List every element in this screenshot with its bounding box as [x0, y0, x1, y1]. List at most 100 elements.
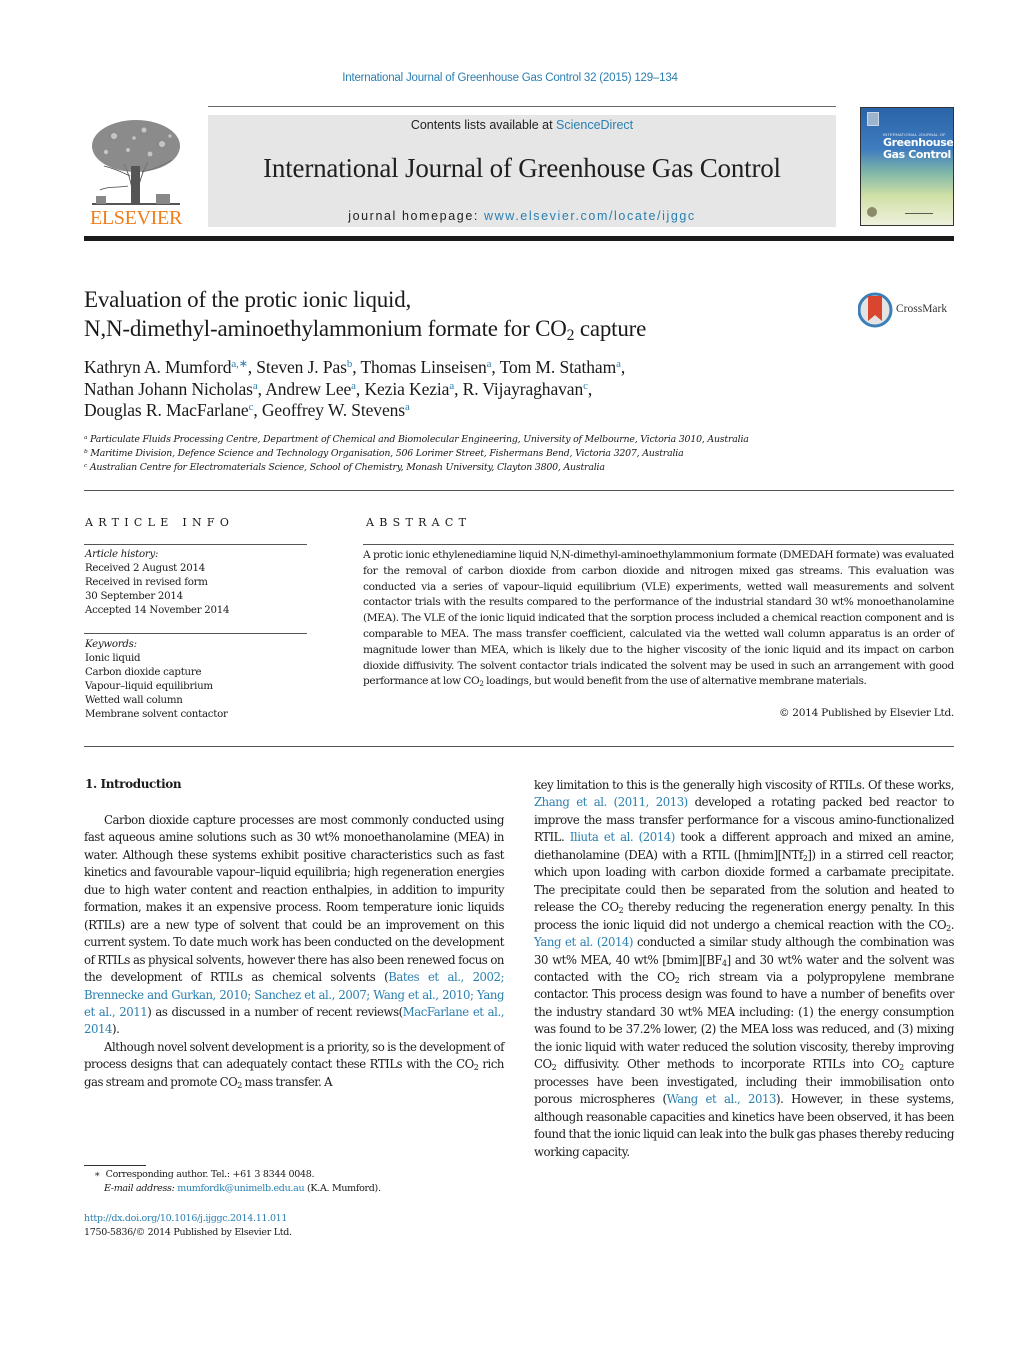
keywords: Keywords: Ionic liquid Carbon dioxide ca…	[85, 638, 308, 723]
author-line: Kathryn A. Mumforda,∗, Steven J. Pasb, T…	[84, 357, 844, 379]
affiliation-key: b	[84, 449, 88, 455]
body-column-right: key limitation to this is the generally …	[534, 777, 954, 1161]
author-affiliation-marker[interactable]: a	[405, 401, 410, 413]
author-separator: ,	[587, 378, 593, 399]
author-name[interactable]: Douglas R. MacFarlane	[84, 400, 249, 420]
cover-signature	[905, 210, 933, 214]
affiliation-key: a	[84, 434, 88, 441]
author-separator: ,	[253, 400, 262, 420]
subscript: 4	[722, 958, 727, 968]
article-info-heading: ARTICLE INFO	[85, 516, 235, 529]
citation-link[interactable]: Iliuta et al. (2014)	[570, 830, 676, 844]
author-separator: ,	[454, 378, 463, 399]
email-note: E-mail address: mumfordk@unimelb.edu.au …	[94, 1182, 514, 1196]
doi-link[interactable]: http://dx.doi.org/10.1016/j.ijggc.2014.1…	[84, 1213, 287, 1224]
article-title: Evaluation of the protic ionic liquid, N…	[84, 285, 784, 343]
history-item: 30 September 2014	[85, 591, 183, 603]
header-thick-rule	[84, 236, 954, 241]
history-label: Article history:	[85, 549, 159, 560]
author-line: Nathan Johann Nicholasa, Andrew Leea, Ke…	[84, 379, 844, 401]
author-name[interactable]: R. Vijayraghavan	[463, 379, 584, 399]
journal-cover-thumbnail[interactable]: INTERNATIONAL JOURNAL OF Greenhouse Gas …	[860, 107, 954, 226]
keyword-item: Vapour–liquid equilibrium	[85, 681, 213, 693]
title-line-2: N,N-dimethyl-aminoethylammonium formate …	[84, 314, 784, 343]
title-text-end: capture	[574, 316, 647, 341]
body-column-left: Carbon dioxide capture processes are mos…	[84, 812, 504, 1091]
author-separator: ,	[247, 357, 257, 377]
running-head-citation[interactable]: International Journal of Greenhouse Gas …	[0, 72, 1020, 84]
history-item: Accepted 14 November 2014	[85, 605, 230, 617]
author-name[interactable]: Kathryn A. Mumford	[84, 357, 232, 377]
article-history: Article history: Received 2 August 2014 …	[85, 548, 308, 618]
homepage-line: journal homepage: www.elsevier.com/locat…	[208, 209, 836, 223]
sciencedirect-link[interactable]: ScienceDirect	[556, 118, 633, 132]
affiliation-key: c	[84, 463, 88, 470]
subscript: 2	[802, 853, 808, 863]
keyword-item: Membrane solvent contactor	[85, 709, 228, 721]
header-rule	[208, 106, 836, 107]
author-separator: ,	[491, 357, 500, 377]
section-heading-introduction: 1. Introduction	[85, 777, 182, 791]
keywords-label: Keywords:	[85, 639, 137, 650]
email-link[interactable]: mumfordk@unimelb.edu.au	[177, 1183, 304, 1194]
intro-paragraph-1: Carbon dioxide capture processes are mos…	[84, 813, 504, 1037]
author-affiliation-marker[interactable]: a,∗	[231, 358, 247, 370]
issn-line: 1750-5836/© 2014 Published by Elsevier L…	[84, 1227, 292, 1239]
citation-link[interactable]: Wang et al., 2013	[667, 1092, 777, 1106]
contents-line: Contents lists available at ScienceDirec…	[208, 118, 836, 132]
author-name[interactable]: Tom M. Statham	[500, 357, 617, 377]
abstract-end-rule	[84, 746, 954, 747]
history-item: Received in revised form	[85, 577, 208, 589]
subscript: 2	[618, 906, 624, 916]
abstract-rule	[363, 544, 954, 545]
citation-link[interactable]: MacFarlane et al., 2014	[84, 1005, 504, 1036]
contents-prefix: Contents lists available at	[410, 118, 557, 132]
affiliation-text: Particulate Fluids Processing Centre, De…	[90, 434, 749, 445]
elsevier-wordmark: ELSEVIER	[89, 207, 183, 229]
author-name[interactable]: Kezia Kezia	[364, 379, 449, 399]
journal-homepage-link[interactable]: www.elsevier.com/locate/ijggc	[484, 209, 696, 223]
intro-paragraph-2-start: Although novel solvent development is a …	[84, 1039, 504, 1090]
corresponding-text: Corresponding author. Tel.: +61 3 8344 0…	[105, 1169, 315, 1180]
crossmark-button[interactable]: CrossMark	[857, 291, 958, 329]
title-line-1: Evaluation of the protic ionic liquid,	[84, 287, 412, 312]
citation-link[interactable]: Yang et al. (2014)	[534, 935, 633, 949]
subscript: 2	[899, 1063, 904, 1073]
keyword-item: Ionic liquid	[85, 653, 141, 665]
journal-banner: Contents lists available at ScienceDirec…	[208, 115, 836, 227]
author-name[interactable]: Nathan Johann Nicholas	[84, 379, 253, 399]
homepage-prefix: journal homepage:	[348, 209, 485, 223]
subscript: 2	[551, 1063, 557, 1073]
footnote-rule	[84, 1165, 146, 1166]
author-list: Kathryn A. Mumforda,∗, Steven J. Pasb, T…	[84, 357, 844, 422]
corresponding-author-note: ∗ Corresponding author. Tel.: +61 3 8344…	[94, 1168, 514, 1182]
email-label: E-mail address:	[104, 1183, 178, 1195]
abstract-copyright: © 2014 Published by Elsevier Ltd.	[778, 707, 954, 719]
crossmark-label: CrossMark	[896, 303, 948, 315]
subscript: 2	[473, 1063, 479, 1073]
author-line: Douglas R. MacFarlanec, Geoffrey W. Stev…	[84, 400, 844, 422]
history-item: Received 2 August 2014	[85, 563, 205, 575]
journal-title: International Journal of Greenhouse Gas …	[263, 153, 781, 183]
affiliation-text: Maritime Division, Defence Science and T…	[90, 448, 684, 460]
author-name[interactable]: Geoffrey W. Stevens	[262, 400, 405, 420]
author-name[interactable]: Thomas Linseisen	[360, 357, 486, 377]
keyword-item: Wetted wall column	[85, 695, 183, 707]
article-info-rule	[84, 544, 307, 545]
abstract-heading: ABSTRACT	[366, 516, 472, 529]
footnotes: ∗ Corresponding author. Tel.: +61 3 8344…	[94, 1168, 514, 1197]
affiliation-item: a Particulate Fluids Processing Centre, …	[84, 433, 884, 447]
keywords-rule	[84, 633, 307, 634]
cover-title-line2: Gas Control	[883, 148, 951, 161]
subscript: 2	[946, 923, 951, 933]
crossmark-icon	[857, 292, 893, 328]
author-name[interactable]: Andrew Lee	[265, 379, 351, 399]
citation-link[interactable]: Zhang et al. (2011, 2013)	[534, 795, 688, 809]
subscript: 2	[237, 1080, 242, 1090]
affiliations-rule	[84, 490, 954, 491]
author-name[interactable]: Steven J. Pas	[256, 357, 347, 377]
author-separator: ,	[620, 357, 626, 377]
cover-elsevier-mark	[867, 112, 879, 126]
abstract-body: A protic ionic ethylenediamine liquid N,…	[363, 549, 954, 688]
doi-block: http://dx.doi.org/10.1016/j.ijggc.2014.1…	[84, 1212, 504, 1241]
